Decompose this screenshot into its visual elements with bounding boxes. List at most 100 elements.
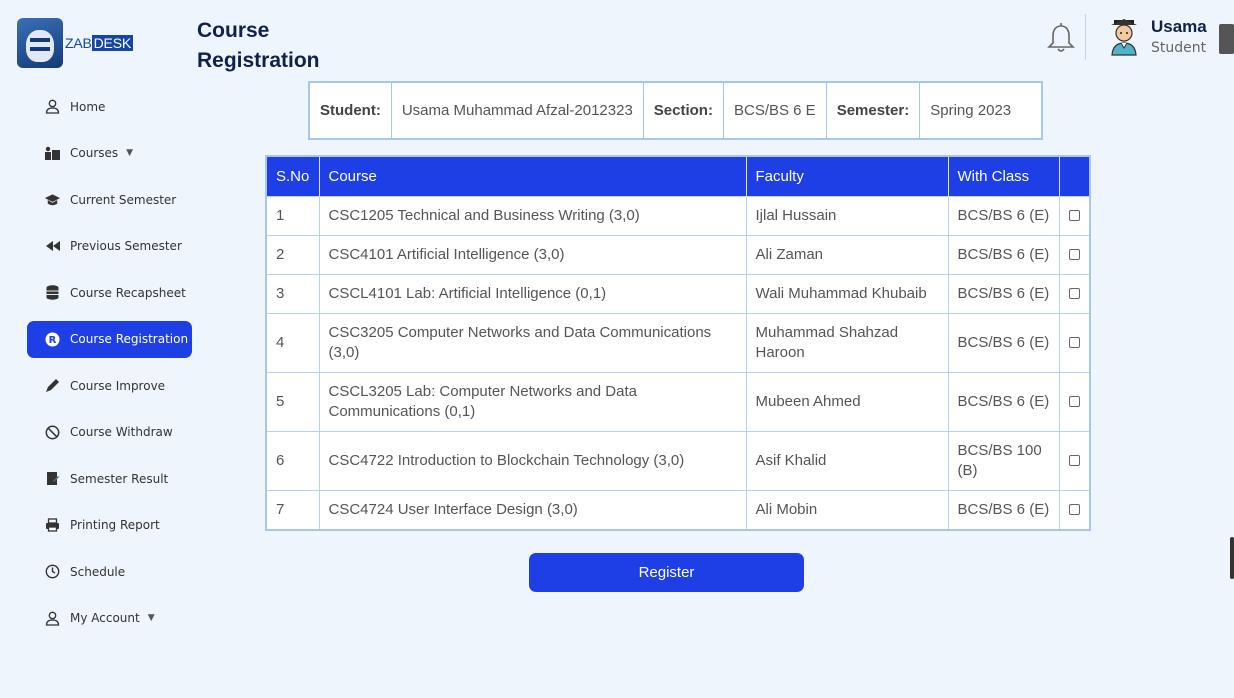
avatar[interactable] bbox=[1108, 17, 1140, 57]
sidebar-item-label: Home bbox=[70, 99, 106, 114]
course-table: S.No Course Faculty With Class 1 CSC1205… bbox=[265, 155, 1091, 531]
cell-sno: 6 bbox=[267, 430, 320, 490]
sidebar-item-current-semester[interactable]: Current Semester bbox=[27, 181, 197, 218]
chevron-down-icon: ▼ bbox=[126, 148, 134, 158]
pen-icon bbox=[44, 377, 61, 394]
database-icon bbox=[44, 284, 61, 301]
course-checkbox[interactable] bbox=[1068, 288, 1080, 300]
course-checkbox[interactable] bbox=[1068, 249, 1080, 261]
course-checkbox[interactable] bbox=[1068, 210, 1080, 222]
cell-class: BCS/BS 6 (E) bbox=[948, 312, 1060, 372]
sidebar-item-label: Course Recapsheet bbox=[70, 285, 186, 300]
table-row: 4 CSC3205 Computer Networks and Data Com… bbox=[267, 312, 1089, 372]
student-value: Usama Muhammad Afzal-2012323 bbox=[392, 83, 644, 138]
column-header-select bbox=[1059, 157, 1089, 196]
sidebar-item-label: Printing Report bbox=[70, 518, 160, 532]
course-checkbox[interactable] bbox=[1068, 337, 1080, 349]
cell-course: CSCL3205 Lab: Computer Networks and Data… bbox=[319, 371, 747, 431]
table-row: 2 CSC4101 Artificial Intelligence (3,0) … bbox=[267, 234, 1089, 274]
sidebar-item-semester-result[interactable]: Semester Result bbox=[27, 460, 197, 497]
column-header-faculty: Faculty bbox=[746, 157, 949, 196]
chevron-down-icon: ▼ bbox=[147, 613, 155, 623]
sidebar-item-course-recapsheet[interactable]: Course Recapsheet bbox=[27, 274, 197, 311]
cell-course: CSC4724 User Interface Design (3,0) bbox=[319, 489, 747, 529]
cell-course: CSC1205 Technical and Business Writing (… bbox=[319, 195, 747, 235]
sidebar-item-my-account[interactable]: My Account ▼ bbox=[27, 600, 197, 637]
cell-faculty: Asif Khalid bbox=[746, 430, 949, 490]
cell-sno: 1 bbox=[267, 195, 320, 235]
sidebar-item-home[interactable]: Home bbox=[27, 88, 197, 125]
table-row: 6 CSC4722 Introduction to Blockchain Tec… bbox=[267, 430, 1089, 490]
logout-icon[interactable] bbox=[1219, 24, 1234, 54]
sidebar-item-label: Current Semester bbox=[70, 192, 177, 207]
register-button[interactable]: Register bbox=[529, 553, 804, 592]
cell-class: BCS/BS 6 (E) bbox=[948, 273, 1060, 313]
sidebar-item-course-improve[interactable]: Course Improve bbox=[27, 367, 197, 404]
clock-icon bbox=[44, 563, 61, 580]
column-header-course: Course bbox=[319, 157, 747, 196]
table-row: 3 CSCL4101 Lab: Artificial Intelligence … bbox=[267, 273, 1089, 313]
table-row: 7 CSC4724 User Interface Design (3,0) Al… bbox=[267, 489, 1089, 529]
user-icon bbox=[44, 98, 61, 115]
sidebar-item-schedule[interactable]: Schedule bbox=[27, 553, 197, 590]
student-info-bar: Student: Usama Muhammad Afzal-2012323 Se… bbox=[308, 81, 1043, 140]
cell-select bbox=[1059, 430, 1089, 490]
section-value: BCS/BS 6 E bbox=[724, 83, 827, 138]
cell-faculty: Wali Muhammad Khubaib bbox=[746, 273, 949, 313]
cell-course: CSCL4101 Lab: Artificial Intelligence (0… bbox=[319, 273, 747, 313]
cell-sno: 7 bbox=[267, 489, 320, 529]
section-label: Section: bbox=[644, 83, 724, 138]
cell-sno: 4 bbox=[267, 312, 320, 372]
sidebar-item-label: Semester Result bbox=[70, 471, 169, 486]
sidebar-item-course-registration[interactable]: R Course Registration bbox=[27, 320, 192, 358]
cell-select bbox=[1059, 312, 1089, 372]
cell-select bbox=[1059, 234, 1089, 274]
cell-faculty: Ali Mobin bbox=[746, 489, 949, 529]
sidebar-item-previous-semester[interactable]: Previous Semester bbox=[27, 228, 197, 265]
cell-course: CSC3205 Computer Networks and Data Commu… bbox=[319, 312, 747, 372]
cell-select bbox=[1059, 489, 1089, 529]
logo-portrait-icon bbox=[17, 18, 63, 68]
cell-class: BCS/BS 100 (B) bbox=[948, 430, 1060, 490]
cell-course: CSC4101 Artificial Intelligence (3,0) bbox=[319, 234, 747, 274]
cell-faculty: Ijlal Hussain bbox=[746, 195, 949, 235]
user-icon bbox=[44, 610, 61, 627]
cell-select bbox=[1059, 273, 1089, 313]
column-header-with-class: With Class bbox=[948, 157, 1060, 196]
course-checkbox[interactable] bbox=[1068, 504, 1080, 516]
user-role: Student bbox=[1151, 40, 1207, 56]
graduation-cap-icon bbox=[44, 191, 61, 208]
courses-icon bbox=[44, 145, 61, 162]
sidebar-item-courses[interactable]: Courses ▼ bbox=[27, 135, 197, 172]
semester-label: Semester: bbox=[827, 83, 921, 138]
sidebar-item-label: Schedule bbox=[70, 564, 126, 579]
logo-text: ZAB DESK bbox=[65, 35, 133, 51]
scroll-handle[interactable] bbox=[1230, 537, 1234, 579]
sidebar-item-label: Courses bbox=[70, 146, 119, 160]
sidebar-item-label: Course Withdraw bbox=[70, 425, 173, 439]
cell-faculty: Muhammad Shahzad Haroon bbox=[746, 312, 949, 372]
sidebar-item-printing-report[interactable]: Printing Report bbox=[27, 507, 197, 544]
table-row: 5 CSCL3205 Lab: Computer Networks and Da… bbox=[267, 371, 1089, 431]
sidebar-item-label: My Account bbox=[70, 611, 140, 625]
cell-sno: 2 bbox=[267, 234, 320, 274]
cell-class: BCS/BS 6 (E) bbox=[948, 234, 1060, 274]
notification-bell-icon[interactable] bbox=[1046, 22, 1076, 54]
sidebar-item-course-withdraw[interactable]: Course Withdraw bbox=[27, 414, 197, 451]
cell-course: CSC4722 Introduction to Blockchain Techn… bbox=[319, 430, 747, 490]
svg-text:R: R bbox=[49, 335, 57, 346]
cell-select bbox=[1059, 195, 1089, 235]
cell-class: BCS/BS 6 (E) bbox=[948, 489, 1060, 529]
cell-faculty: Ali Zaman bbox=[746, 234, 949, 274]
course-checkbox[interactable] bbox=[1068, 455, 1080, 467]
cell-faculty: Mubeen Ahmed bbox=[746, 371, 949, 431]
zabdesk-logo[interactable]: ZAB DESK bbox=[17, 18, 133, 68]
cell-select bbox=[1059, 371, 1089, 431]
page-title: Course Registration bbox=[197, 19, 320, 72]
header-divider bbox=[1085, 14, 1086, 60]
course-checkbox[interactable] bbox=[1068, 396, 1080, 408]
ban-icon bbox=[44, 424, 61, 441]
sidebar-item-label: Course Registration bbox=[70, 332, 189, 346]
rewind-icon bbox=[44, 238, 61, 255]
cell-sno: 3 bbox=[267, 273, 320, 313]
